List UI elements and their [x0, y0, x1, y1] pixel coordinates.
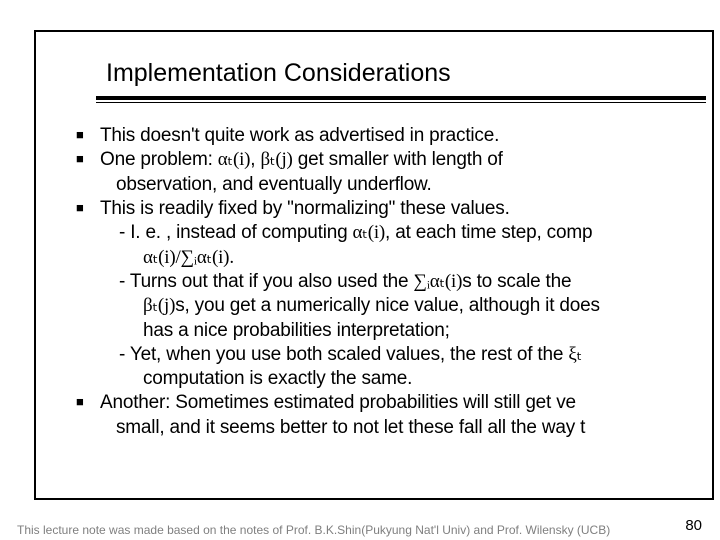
beta-t-j-2: βₜ(j): [143, 295, 175, 316]
sum-alpha: ∑ᵢαₜ(i): [413, 271, 462, 292]
bullet-4: ■Another: Sometimes estimated probabilit…: [96, 391, 720, 415]
bullet-3-sub-2: - Turns out that if you also used the ∑ᵢ…: [96, 270, 720, 294]
b3s2-b: s to scale the: [462, 271, 571, 292]
slide-frame: Implementation Considerations ■This does…: [34, 30, 714, 500]
b3s1-a: - I. e. , instead of computing: [119, 222, 353, 243]
b3s2-c2: s, you get a numerically nice value, alt…: [175, 295, 600, 316]
bullet-3-sub-2-cont2: has a nice probabilities interpretation;: [96, 319, 720, 343]
comma: ,: [250, 149, 260, 170]
alpha-t-i-2: αₜ(i): [353, 222, 386, 243]
b3s3-a: - Yet, when you use both scaled values, …: [119, 344, 568, 365]
title-underline: [96, 96, 706, 103]
rule-thin: [96, 102, 706, 103]
xi-t: ξₜ: [568, 344, 582, 365]
bullet-1-text: This doesn't quite work as advertised in…: [100, 125, 499, 146]
bullet-2-b: get smaller with length of: [293, 149, 503, 170]
bullet-3-sub-3-cont: computation is exactly the same.: [96, 367, 720, 391]
slide-body: ■This doesn't quite work as advertised i…: [96, 124, 720, 440]
bullet-2-a: One problem:: [100, 149, 218, 170]
bullet-4-cont: small, and it seems better to not let th…: [96, 416, 720, 440]
bullet-3-sub-1: - I. e. , instead of computing αₜ(i), at…: [96, 221, 720, 245]
alpha-t-i: αₜ(i): [218, 149, 251, 170]
b3s1-b: , at each time step, comp: [385, 222, 592, 243]
bullet-4-a: Another: Sometimes estimated probabiliti…: [100, 392, 576, 413]
beta-t-j: βₜ(j): [260, 149, 292, 170]
slide-title: Implementation Considerations: [106, 59, 451, 88]
bullet-2-cont: observation, and eventually underflow.: [96, 173, 720, 197]
alpha-ratio: αₜ(i)/∑ᵢαₜ(i).: [143, 247, 234, 268]
b3s2-a: - Turns out that if you also used the: [119, 271, 413, 292]
bullet-3-sub-2-cont1: βₜ(j)s, you get a numerically nice value…: [96, 294, 720, 318]
bullet-1: ■This doesn't quite work as advertised i…: [96, 124, 720, 148]
bullet-3: ■This is readily fixed by "normalizing" …: [96, 197, 720, 221]
bullet-3-sub-1-cont: αₜ(i)/∑ᵢαₜ(i).: [96, 246, 720, 270]
bullet-3-sub-3: - Yet, when you use both scaled values, …: [96, 343, 720, 367]
footer-note: This lecture note was made based on the …: [17, 523, 610, 537]
page-number: 80: [685, 517, 702, 534]
bullet-3-text: This is readily fixed by "normalizing" t…: [100, 198, 510, 219]
bullet-2: ■One problem: αₜ(i), βₜ(j) get smaller w…: [96, 148, 720, 172]
